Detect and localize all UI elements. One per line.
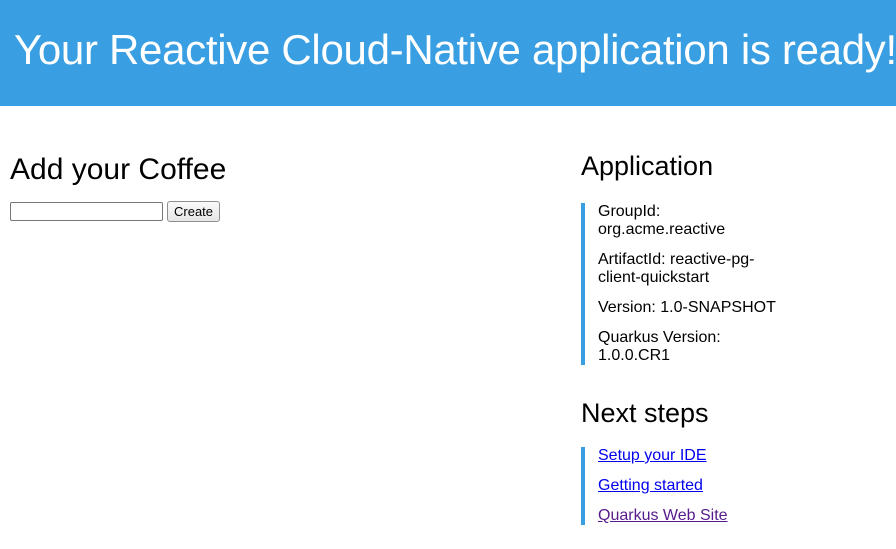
next-steps-links: Setup your IDE Getting started Quarkus W… <box>581 447 881 525</box>
group-id-info: GroupId: org.acme.reactive <box>598 203 726 238</box>
header-banner: Your Reactive Cloud-Native application i… <box>0 0 896 106</box>
setup-ide-link[interactable]: Setup your IDE <box>598 447 881 465</box>
application-info: GroupId: org.acme.reactive ArtifactId: r… <box>581 203 788 365</box>
version-info: Version: 1.0-SNAPSHOT <box>598 299 776 316</box>
application-heading: Application <box>581 151 714 181</box>
next-steps-heading: Next steps <box>581 398 709 428</box>
page-title: Your Reactive Cloud-Native application i… <box>14 26 896 73</box>
getting-started-link[interactable]: Getting started <box>598 477 881 495</box>
create-button[interactable]: Create <box>167 201 221 222</box>
add-coffee-heading: Add your Coffee <box>10 153 227 186</box>
coffee-name-input[interactable] <box>10 202 163 221</box>
quarkus-website-link[interactable]: Quarkus Web Site <box>598 507 881 525</box>
coffee-form: Create <box>10 201 221 222</box>
add-coffee-section: Add your Coffee Create <box>10 150 227 222</box>
artifact-id-info: ArtifactId: reactive-pg-client-quickstar… <box>598 251 755 286</box>
right-sidebar: Application GroupId: org.acme.reactive A… <box>581 148 881 525</box>
quarkus-version-info: Quarkus Version: 1.0.0.CR1 <box>598 329 721 364</box>
